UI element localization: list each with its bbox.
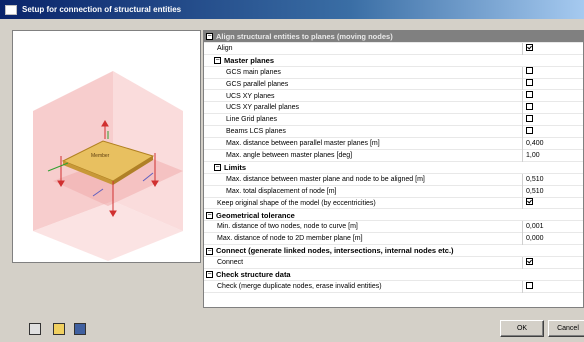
cancel-button[interactable]: Cancel bbox=[548, 320, 584, 337]
property-label: Max. total displacement of node [m] bbox=[226, 187, 337, 195]
property-row[interactable]: − Connect (generate linked nodes, interse… bbox=[204, 245, 583, 258]
property-row[interactable]: − Check structure data bbox=[204, 269, 583, 281]
property-label: UCS XY parallel planes bbox=[226, 104, 300, 112]
property-row[interactable]: Align bbox=[204, 42, 583, 55]
collapse-icon[interactable]: − bbox=[206, 271, 213, 279]
property-label: Line Grid planes bbox=[226, 116, 277, 124]
property-row[interactable]: Max. distance of node to 2D member plane… bbox=[204, 233, 583, 246]
property-label: Check (merge duplicate nodes, erase inva… bbox=[217, 282, 382, 290]
collapse-icon[interactable]: − bbox=[206, 247, 213, 255]
property-checkbox[interactable] bbox=[522, 197, 583, 210]
window-title: Setup for connection of structural entit… bbox=[22, 5, 182, 14]
property-row[interactable]: − Align structural entities to planes (mo… bbox=[204, 31, 583, 43]
property-row[interactable]: Max. total displacement of node [m] 0,510 bbox=[204, 185, 583, 198]
property-label: Keep original shape of the model (by ecc… bbox=[217, 199, 376, 207]
collapse-icon[interactable]: − bbox=[206, 211, 213, 219]
checkbox-unchecked-icon[interactable] bbox=[526, 103, 533, 111]
checkbox-checked-icon[interactable] bbox=[526, 198, 533, 206]
checkbox-unchecked-icon[interactable] bbox=[526, 114, 533, 122]
property-row[interactable]: Check (merge duplicate nodes, erase inva… bbox=[204, 280, 583, 293]
checkbox-unchecked-icon[interactable] bbox=[526, 91, 533, 99]
property-label: Connect bbox=[217, 259, 244, 267]
property-grid[interactable]: − Align structural entities to planes (mo… bbox=[203, 30, 584, 308]
property-label: Align bbox=[217, 44, 233, 52]
property-row[interactable]: Max. distance between parallel master pl… bbox=[204, 138, 583, 150]
property-checkbox[interactable] bbox=[522, 126, 583, 139]
collapse-icon[interactable]: − bbox=[206, 33, 213, 41]
property-label: Max. distance between master plane and n… bbox=[226, 175, 425, 183]
preview-member-label: Member bbox=[91, 153, 110, 159]
property-row[interactable]: − Master planes bbox=[204, 55, 583, 67]
property-label: Connect (generate linked nodes, intersec… bbox=[216, 246, 454, 256]
property-label: Min. distance of two nodes, node to curv… bbox=[217, 223, 358, 231]
new-file-icon[interactable] bbox=[29, 323, 41, 335]
property-value-field[interactable]: 0,510 bbox=[522, 185, 583, 198]
checkbox-unchecked-icon[interactable] bbox=[526, 281, 533, 289]
ok-button[interactable]: OK bbox=[500, 320, 544, 337]
property-label: Geometrical tolerance bbox=[216, 210, 295, 220]
property-value-field[interactable]: 0,000 bbox=[522, 233, 583, 246]
collapse-icon[interactable]: − bbox=[214, 164, 221, 172]
property-row[interactable]: Min. distance of two nodes, node to curv… bbox=[204, 221, 583, 234]
property-row[interactable]: UCS XY planes bbox=[204, 90, 583, 103]
property-value-field[interactable]: 1,00 bbox=[522, 150, 583, 162]
property-row[interactable]: GCS main planes bbox=[204, 66, 583, 79]
property-label: UCS XY planes bbox=[226, 92, 275, 100]
checkbox-unchecked-icon[interactable] bbox=[526, 79, 533, 87]
property-row[interactable]: − Limits bbox=[204, 162, 583, 174]
checkbox-unchecked-icon[interactable] bbox=[526, 67, 533, 75]
property-row[interactable]: Max. angle between master planes [deg] 1,… bbox=[204, 150, 583, 162]
property-label: Beams LCS planes bbox=[226, 128, 286, 136]
property-checkbox[interactable] bbox=[522, 280, 583, 293]
property-checkbox[interactable] bbox=[522, 114, 583, 127]
property-checkbox[interactable] bbox=[522, 66, 583, 79]
property-row[interactable]: Keep original shape of the model (by ecc… bbox=[204, 197, 583, 210]
preview-panel: Member bbox=[12, 30, 201, 263]
property-row[interactable]: Connect bbox=[204, 257, 583, 269]
save-disk-icon[interactable] bbox=[74, 323, 86, 335]
property-row[interactable]: GCS parallel planes bbox=[204, 78, 583, 91]
property-row[interactable]: − Geometrical tolerance bbox=[204, 210, 583, 222]
property-label: Limits bbox=[224, 162, 247, 172]
checkbox-unchecked-icon[interactable] bbox=[526, 126, 533, 134]
property-checkbox[interactable] bbox=[522, 78, 583, 91]
property-label: Max. angle between master planes [deg] bbox=[226, 152, 353, 159]
property-checkbox[interactable] bbox=[522, 102, 583, 115]
open-folder-icon[interactable] bbox=[53, 323, 65, 335]
property-row[interactable]: Max. distance between master plane and n… bbox=[204, 173, 583, 186]
property-checkbox[interactable] bbox=[522, 90, 583, 103]
property-row[interactable]: Line Grid planes bbox=[204, 114, 583, 127]
property-label: GCS main planes bbox=[226, 68, 281, 76]
structure-preview-drawing: Member bbox=[33, 71, 183, 261]
property-checkbox[interactable] bbox=[522, 42, 583, 55]
property-label: Master planes bbox=[224, 55, 275, 65]
property-checkbox[interactable] bbox=[522, 257, 583, 269]
property-value-field[interactable]: 0,400 bbox=[522, 138, 583, 150]
collapse-icon[interactable]: − bbox=[214, 57, 221, 65]
checkbox-checked-icon[interactable] bbox=[526, 257, 533, 265]
property-value-field[interactable]: 0,510 bbox=[522, 173, 583, 186]
property-label: Max. distance between parallel master pl… bbox=[226, 140, 380, 148]
property-value-field[interactable]: 0,001 bbox=[522, 221, 583, 234]
property-row[interactable]: Beams LCS planes bbox=[204, 126, 583, 139]
window-icon bbox=[5, 4, 17, 15]
property-label: Max. distance of node to 2D member plane… bbox=[217, 235, 363, 243]
checkbox-checked-icon[interactable] bbox=[526, 43, 533, 51]
property-label: Align structural entities to planes (mov… bbox=[216, 32, 393, 41]
property-row[interactable]: UCS XY parallel planes bbox=[204, 102, 583, 115]
window-titlebar: Setup for connection of structural entit… bbox=[0, 0, 584, 19]
property-label: GCS parallel planes bbox=[226, 80, 289, 88]
property-label: Check structure data bbox=[216, 270, 291, 279]
